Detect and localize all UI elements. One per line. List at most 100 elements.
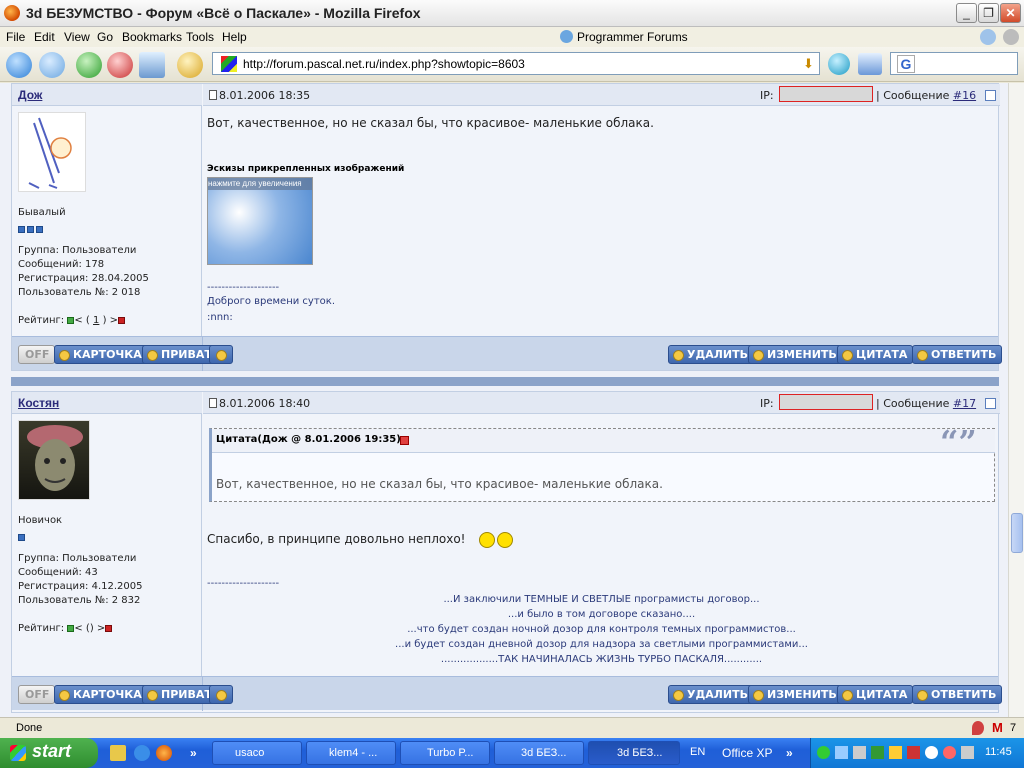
delete-post-button[interactable]: УДАЛИТЬ bbox=[668, 345, 755, 364]
task-label: usaco bbox=[235, 747, 265, 759]
online-status-button[interactable]: OFF bbox=[18, 345, 56, 364]
menu-file[interactable]: File bbox=[6, 30, 25, 44]
signature-line: ..................ТАК НАЧИНАЛАСЬ ЖИЗНЬ Т… bbox=[440, 654, 763, 665]
start-button[interactable]: start bbox=[0, 738, 98, 768]
rating-value-link[interactable]: 1 bbox=[93, 315, 99, 326]
reply-post-button[interactable]: ОТВЕТИТЬ bbox=[912, 345, 1003, 364]
windows-taskbar: start » usaco klem4 - ... Turbo P... 3d … bbox=[0, 738, 1024, 768]
close-button[interactable]: ✕ bbox=[1000, 3, 1021, 23]
volume-icon[interactable] bbox=[961, 746, 974, 759]
firefox-quicklaunch-icon[interactable] bbox=[156, 745, 172, 761]
menu-edit[interactable]: Edit bbox=[34, 30, 55, 44]
reload-icon[interactable] bbox=[76, 52, 102, 78]
back-icon[interactable] bbox=[6, 52, 32, 78]
avatar bbox=[18, 420, 90, 500]
signature-separator: -------------------- bbox=[207, 578, 280, 589]
smiley-icon bbox=[479, 532, 495, 548]
post-text: Спасибо, в принципе довольно неплохо! bbox=[207, 532, 466, 546]
office-xp-toolbar[interactable]: Office XP bbox=[722, 746, 772, 760]
post-action-bar: OFF КАРТОЧКА ПРИВАТ УДАЛИТЬ ИЗМЕНИТЬ ЦИТ… bbox=[12, 336, 1003, 371]
quote-jump-icon[interactable] bbox=[400, 436, 409, 445]
alarm-clock-icon[interactable] bbox=[177, 52, 203, 78]
profile-card-button[interactable]: КАРТОЧКА bbox=[54, 685, 148, 704]
task-firefox-1[interactable]: 3d БЕЗ... bbox=[494, 741, 584, 765]
rating-minus-icon[interactable] bbox=[118, 316, 126, 324]
feed-arrow-icon[interactable]: ⬇ bbox=[803, 56, 814, 72]
message-label-text: | Сообщение bbox=[876, 89, 950, 102]
tray-icon[interactable] bbox=[907, 746, 920, 759]
quote-post-button[interactable]: ЦИТАТА bbox=[837, 345, 914, 364]
ip-label: IP: bbox=[760, 89, 774, 102]
private-message-button[interactable]: ПРИВАТ bbox=[142, 345, 218, 364]
task-klem4[interactable]: klem4 - ... bbox=[306, 741, 396, 765]
programmer-forums-link[interactable]: Programmer Forums bbox=[577, 30, 688, 44]
tray-icon[interactable] bbox=[853, 746, 866, 759]
rank-squares bbox=[18, 528, 27, 546]
tray-icon[interactable] bbox=[943, 746, 956, 759]
post-select-checkbox[interactable] bbox=[985, 398, 996, 409]
tray-icon[interactable] bbox=[817, 746, 830, 759]
task-usaco[interactable]: usaco bbox=[212, 741, 302, 765]
task-firefox-2[interactable]: 3d БЕЗ... bbox=[588, 741, 680, 765]
tray-icon[interactable] bbox=[925, 746, 938, 759]
private-message-button[interactable]: ПРИВАТ bbox=[142, 685, 218, 704]
minimize-button[interactable]: _ bbox=[956, 3, 977, 23]
menu-bookmarks[interactable]: Bookmarks bbox=[122, 30, 182, 44]
author-link[interactable]: Дож bbox=[18, 88, 42, 102]
menu-help[interactable]: Help bbox=[222, 30, 247, 44]
gmail-icon[interactable]: M bbox=[992, 720, 1003, 735]
scroll-top-button[interactable] bbox=[209, 345, 233, 364]
toolbar-more-icon[interactable]: » bbox=[786, 746, 793, 760]
scroll-top-button[interactable] bbox=[209, 685, 233, 704]
attachment-thumbnail[interactable]: нажмите для увеличения bbox=[207, 177, 313, 265]
home-icon[interactable] bbox=[139, 52, 165, 78]
post-select-checkbox[interactable] bbox=[985, 90, 996, 101]
delete-post-button[interactable]: УДАЛИТЬ bbox=[668, 685, 755, 704]
go-icon[interactable] bbox=[828, 53, 850, 75]
task-turbo-pascal[interactable]: Turbo P... bbox=[400, 741, 490, 765]
quicklaunch-icon[interactable] bbox=[110, 745, 126, 761]
location-pin-icon[interactable] bbox=[972, 721, 984, 735]
menu-go[interactable]: Go bbox=[97, 30, 113, 44]
internet-explorer-icon[interactable] bbox=[134, 745, 150, 761]
quicklaunch-more-icon[interactable]: » bbox=[190, 746, 197, 760]
message-number-link[interactable]: #17 bbox=[953, 397, 976, 410]
page-content: Дож Бывалый Группа: Пользователи Сообщен… bbox=[0, 83, 1008, 717]
message-number-link[interactable]: #16 bbox=[953, 89, 976, 102]
clock[interactable]: 11:45 bbox=[985, 746, 1012, 758]
language-indicator[interactable]: EN bbox=[690, 746, 705, 758]
maximize-button[interactable]: ❐ bbox=[978, 3, 999, 23]
quote-header: Цитата(Дож @ 8.01.2006 19:35) “” bbox=[212, 423, 995, 461]
url-bar[interactable]: http://forum.pascal.net.ru/index.php?sho… bbox=[212, 52, 820, 75]
forward-icon[interactable] bbox=[39, 52, 65, 78]
edit-post-button[interactable]: ИЗМЕНИТЬ bbox=[748, 685, 843, 704]
stop-icon[interactable] bbox=[107, 52, 133, 78]
menu-tools[interactable]: Tools bbox=[186, 30, 214, 44]
signature-line: ...И заключили ТЕМНЫЕ И СВЕТЛЫЕ програми… bbox=[443, 594, 760, 605]
user-post-count: Сообщений: 43 bbox=[18, 567, 98, 578]
rating-close: ) > bbox=[102, 315, 119, 326]
user-rating: Рейтинг: < ( 1 ) > bbox=[18, 314, 126, 328]
firefox-icon bbox=[4, 5, 20, 21]
post-author-column: Костян Новичок Группа: Пользователи Сооб… bbox=[12, 392, 202, 676]
signature-line: :nnn: bbox=[207, 312, 233, 323]
author-link[interactable]: Костян bbox=[18, 396, 59, 410]
avatar-photo bbox=[27, 425, 83, 491]
quote-post-button[interactable]: ЦИТАТА bbox=[837, 685, 914, 704]
bookmark-add-icon[interactable] bbox=[858, 53, 882, 75]
rating-minus-icon[interactable] bbox=[105, 624, 113, 632]
profile-card-button[interactable]: КАРТОЧКА bbox=[54, 345, 148, 364]
tray-icon[interactable] bbox=[889, 746, 902, 759]
tray-icon[interactable] bbox=[835, 746, 848, 759]
online-status-button[interactable]: OFF bbox=[18, 685, 56, 704]
scrollbar-thumb[interactable] bbox=[1011, 513, 1023, 553]
ip-box bbox=[779, 86, 873, 102]
search-input[interactable]: G bbox=[890, 52, 1018, 75]
edit-post-button[interactable]: ИЗМЕНИТЬ bbox=[748, 345, 843, 364]
reply-post-button[interactable]: ОТВЕТИТЬ bbox=[912, 685, 1003, 704]
vertical-scrollbar[interactable] bbox=[1008, 83, 1024, 717]
tray-icon[interactable] bbox=[871, 746, 884, 759]
menu-view[interactable]: View bbox=[64, 30, 90, 44]
quote-author: Цитата(Дож @ 8.01.2006 19:35) bbox=[216, 434, 401, 445]
post-date: 8.01.2006 18:40 bbox=[219, 397, 311, 410]
